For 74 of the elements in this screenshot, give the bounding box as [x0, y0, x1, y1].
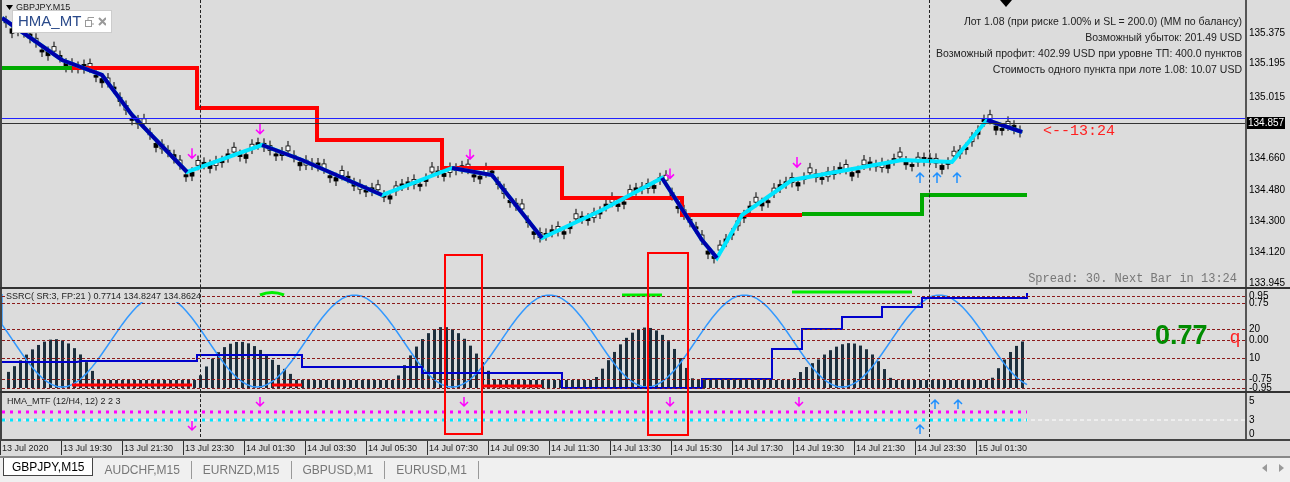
up-arrow-icon — [952, 171, 962, 184]
axis-label: 0.75 — [1249, 297, 1269, 308]
restore-icon[interactable] — [85, 16, 95, 27]
shift-marker-icon — [1000, 0, 1012, 7]
scroll-left-icon[interactable] — [1262, 464, 1267, 472]
axis-label: 134.660 — [1249, 152, 1286, 163]
axis-label: 20 — [1249, 323, 1261, 334]
up-arrow-icon — [953, 398, 963, 410]
scroll-right-icon[interactable] — [1279, 464, 1284, 472]
time-label: 14 Jul 01:30 — [244, 441, 305, 455]
symbol-label: GBPJPY,M15 — [16, 1, 71, 14]
axis-label: -0.75 — [1249, 373, 1272, 384]
indicator-mark: q — [1230, 327, 1240, 347]
axis-label: -0.95 — [1249, 382, 1272, 393]
time-label: 14 Jul 19:30 — [793, 441, 854, 455]
axis-label: 5 — [1249, 395, 1255, 406]
window-title: HMA_MT — [18, 11, 82, 32]
axis-label: 133.945 — [1249, 277, 1286, 288]
time-label: 14 Jul 09:30 — [488, 441, 549, 455]
current-price-tag: 134.857 — [1247, 117, 1286, 129]
time-label: 13 Jul 19:30 — [61, 441, 122, 455]
chart-tab[interactable]: GBPJPY,M15 — [3, 458, 94, 476]
time-label: 14 Jul 15:30 — [671, 441, 732, 455]
axis-label: 135.195 — [1249, 57, 1286, 68]
chart-tab[interactable]: EURUSD,M1 — [385, 461, 479, 479]
up-arrow-icon — [915, 171, 925, 184]
indicator-label: SSRC( SR:3, FP:21 ) 0.7714 134.8247 134.8624 — [6, 291, 202, 302]
time-label: 14 Jul 03:30 — [305, 441, 366, 455]
info-text: Лот 1.08 (при риске 1.00% и SL = 200.0) (ММ по балансу) — [963, 14, 1242, 29]
timer-label: <--13:24 — [1043, 122, 1115, 142]
down-arrow-icon — [255, 122, 265, 135]
down-arrow-icon — [187, 420, 197, 432]
down-arrow-icon — [665, 167, 675, 180]
axis-label: 10 — [1249, 352, 1261, 363]
up-arrow-icon — [915, 423, 925, 435]
down-arrow-icon — [255, 396, 265, 408]
axis-label: 0.00 — [1249, 334, 1269, 345]
down-arrow-icon — [794, 396, 804, 408]
up-arrow-icon — [930, 398, 940, 410]
axis-label: 135.375 — [1249, 27, 1286, 38]
axis-label: 3 — [1249, 414, 1255, 425]
dropdown-triangle-icon[interactable] — [6, 5, 13, 11]
info-text: Возможный убыток: 201.49 USD — [1085, 30, 1242, 45]
indicator-value: 0.77 — [1155, 320, 1208, 350]
time-label: 15 Jul 01:30 — [976, 441, 1037, 455]
down-arrow-icon — [792, 156, 802, 169]
axis-label: 134.300 — [1249, 215, 1286, 226]
info-text: Возможный профит: 402.99 USD при уровне ТП: 400.0 пунктов — [935, 46, 1242, 61]
axis-label: 135.015 — [1249, 91, 1286, 102]
time-label: 13 Jul 21:30 — [122, 441, 183, 455]
time-label: 14 Jul 13:30 — [610, 441, 671, 455]
time-label: 14 Jul 11:30 — [549, 441, 610, 455]
time-label: 14 Jul 07:30 — [427, 441, 488, 455]
time-label: 14 Jul 21:30 — [854, 441, 915, 455]
chart-tab[interactable]: EURNZD,M15 — [191, 461, 292, 479]
up-arrow-icon — [932, 171, 942, 184]
info-text: Стоимость одного пункта при лоте 1.08: 10.07 USD — [992, 62, 1242, 77]
axis-label: 0 — [1249, 428, 1255, 439]
time-label: 14 Jul 17:30 — [732, 441, 793, 455]
axis-label: 134.480 — [1249, 184, 1286, 195]
axis-label: 134.120 — [1249, 246, 1286, 257]
down-arrow-icon — [187, 147, 197, 160]
time-label: 13 Jul 23:30 — [183, 441, 244, 455]
down-arrow-icon — [665, 396, 675, 408]
spread-label: Spread: 30. Next Bar in 13:24 — [1028, 271, 1237, 288]
chart-tab[interactable]: AUDCHF,M15 — [93, 461, 192, 479]
down-arrow-icon — [459, 396, 469, 408]
chart-tab[interactable]: GBPUSD,M1 — [291, 461, 386, 479]
indicator-label: HMA_MTF (12/H4, 12) 2 2 3 — [7, 395, 121, 408]
time-label: 14 Jul 23:30 — [915, 441, 976, 455]
time-label: 13 Jul 2020 — [0, 441, 61, 455]
down-arrow-icon — [465, 148, 475, 161]
time-label: 14 Jul 05:30 — [366, 441, 427, 455]
close-icon[interactable] — [98, 17, 106, 26]
